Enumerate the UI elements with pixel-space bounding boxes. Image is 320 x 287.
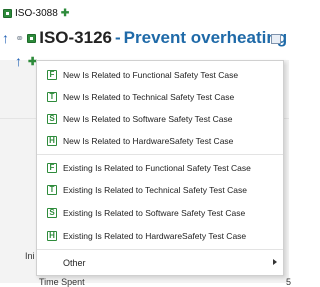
- software-badge-icon: S: [47, 114, 57, 124]
- menu-item-label: New Is Related to Technical Safety Test …: [63, 92, 235, 102]
- menu-item-existing-hardware[interactable]: H Existing Is Related to HardwareSafety …: [37, 225, 283, 247]
- issue-key: ISO-3126: [39, 28, 112, 47]
- issue-type-icon: [27, 33, 37, 43]
- field-label: Ini: [25, 251, 35, 261]
- menu-item-label: Existing Is Related to Functional Safety…: [63, 163, 251, 173]
- field-value: 5: [286, 277, 292, 287]
- menu-item-other[interactable]: Other: [37, 252, 283, 274]
- add-icon[interactable]: ✚: [61, 8, 69, 19]
- functional-badge-icon: F: [47, 163, 57, 173]
- link-icon[interactable]: ⚭: [15, 32, 24, 45]
- parent-issue-link[interactable]: ISO-3088: [15, 8, 58, 19]
- chevron-right-icon: [273, 259, 277, 265]
- title-separator: -: [114, 28, 121, 47]
- hardware-badge-icon: H: [47, 231, 57, 241]
- time-spent-label: Time Spent: [39, 277, 85, 287]
- technical-badge-icon: T: [47, 185, 57, 195]
- issue-type-icon: [3, 8, 12, 18]
- arrow-up-icon[interactable]: ↑: [15, 53, 25, 69]
- menu-item-label: New Is Related to HardwareSafety Test Ca…: [63, 136, 234, 146]
- menu-item-label: New Is Related to Software Safety Test C…: [63, 114, 233, 124]
- copy-icon[interactable]: [271, 34, 281, 44]
- issue-summary[interactable]: Prevent overheating: [124, 28, 287, 48]
- hardware-badge-icon: H: [47, 136, 57, 146]
- menu-separator: [37, 154, 283, 155]
- create-link-menu: F New Is Related to Functional Safety Te…: [36, 60, 284, 276]
- menu-item-existing-technical[interactable]: T Existing Is Related to Technical Safet…: [37, 179, 283, 201]
- menu-item-label: Existing Is Related to Technical Safety …: [63, 185, 247, 195]
- menu-item-label: New Is Related to Functional Safety Test…: [63, 70, 239, 80]
- menu-item-label: Other: [63, 258, 86, 268]
- technical-badge-icon: T: [47, 92, 57, 102]
- arrow-up-icon[interactable]: ↑: [2, 30, 12, 46]
- parent-issue-row: ISO-3088 ✚: [3, 6, 69, 20]
- menu-item-new-technical[interactable]: T New Is Related to Technical Safety Tes…: [37, 86, 283, 108]
- functional-badge-icon: F: [47, 70, 57, 80]
- sub-actions-row: ↑ ✚: [15, 53, 37, 69]
- menu-separator: [37, 249, 283, 250]
- issue-title-row: ↑ ⚭ ISO-3126 - Prevent overheating: [2, 27, 287, 49]
- menu-item-new-software[interactable]: S New Is Related to Software Safety Test…: [37, 108, 283, 130]
- menu-item-label: Existing Is Related to Software Safety T…: [63, 208, 246, 218]
- menu-item-label: Existing Is Related to HardwareSafety Te…: [63, 231, 247, 241]
- menu-item-existing-software[interactable]: S Existing Is Related to Software Safety…: [37, 202, 283, 224]
- menu-item-new-hardware[interactable]: H New Is Related to HardwareSafety Test …: [37, 130, 283, 152]
- menu-item-new-functional[interactable]: F New Is Related to Functional Safety Te…: [37, 64, 283, 86]
- menu-item-existing-functional[interactable]: F Existing Is Related to Functional Safe…: [37, 157, 283, 179]
- software-badge-icon: S: [47, 208, 57, 218]
